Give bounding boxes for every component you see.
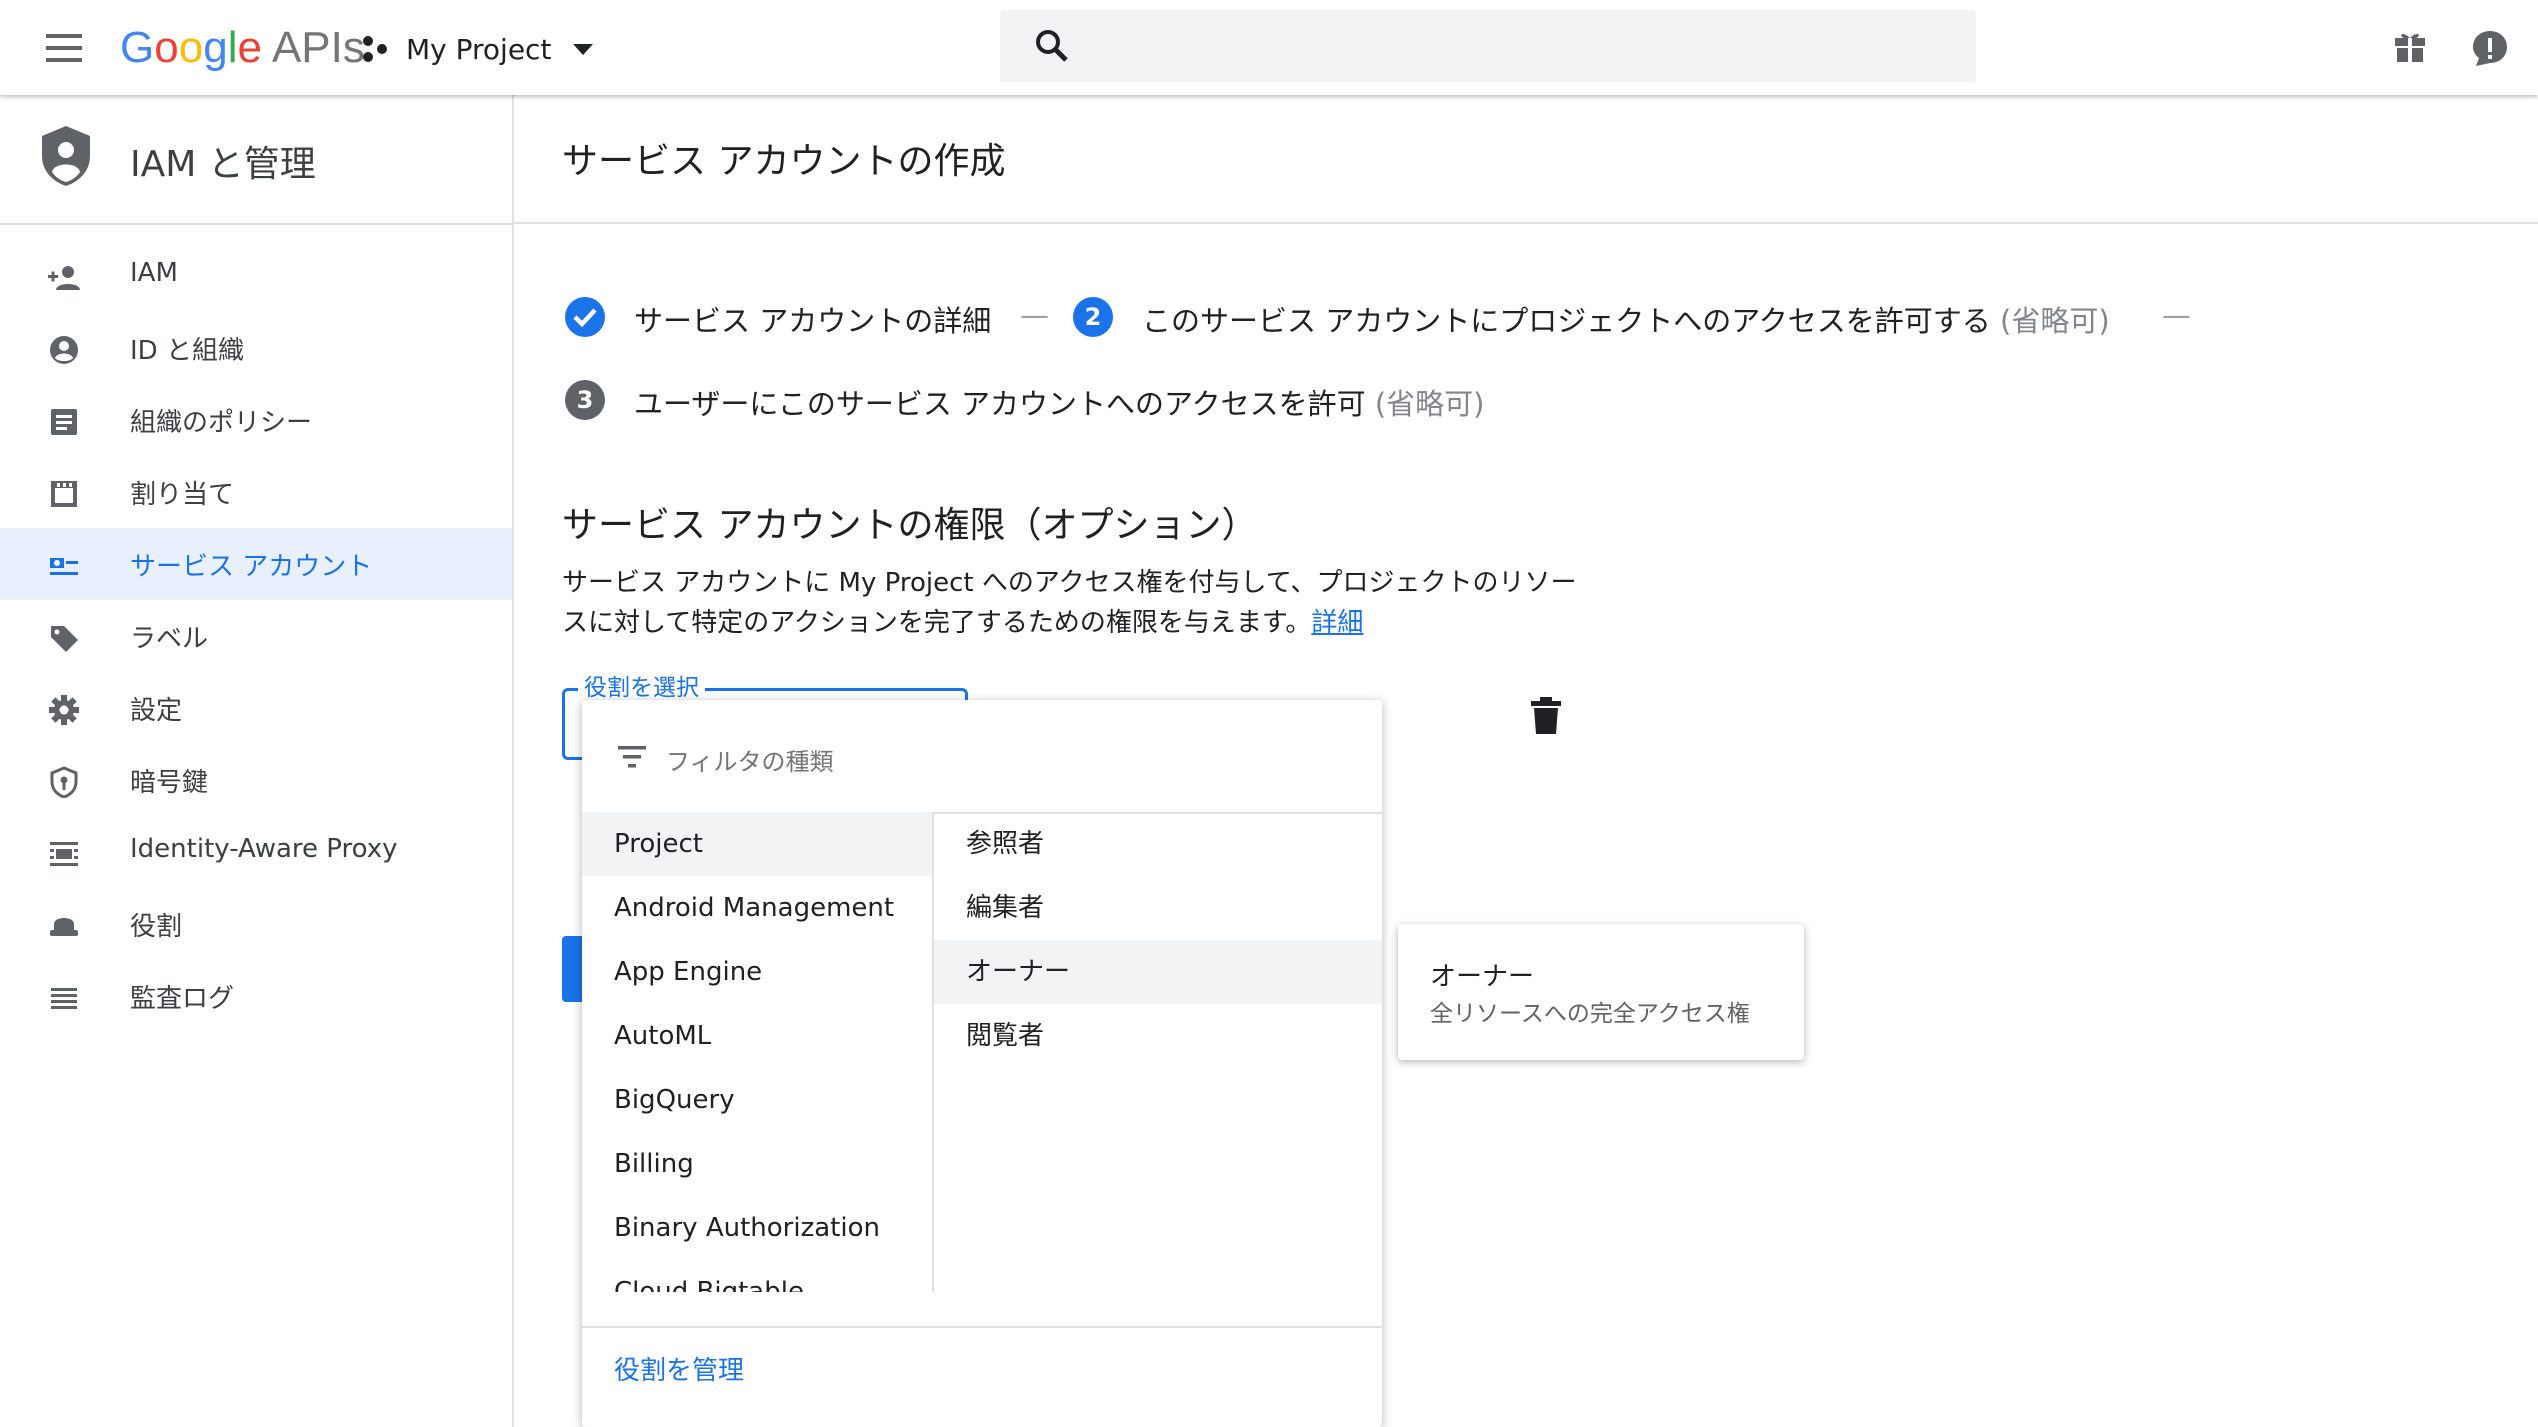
logo-letter: G (120, 23, 155, 72)
page-title: サービス アカウントの作成 (562, 141, 1006, 182)
step-2-label[interactable]: このサービス アカウントにプロジェクトへのアクセスを許可する (省略可) (1142, 298, 2110, 340)
account-circle-icon (50, 336, 78, 364)
role-item[interactable]: 参照者 (934, 812, 1382, 876)
label-icon (51, 626, 78, 652)
service-account-icon (50, 558, 78, 575)
filter-row[interactable]: フィルタの種類 (582, 700, 1382, 814)
step-separator: — (1020, 298, 1049, 332)
roles-icon (50, 918, 78, 936)
step-3-number: 3 (565, 380, 605, 420)
step-separator: — (2162, 298, 2191, 332)
proxy-icon (50, 842, 78, 866)
sidebar-item-audit-logs[interactable]: 監査ログ (0, 960, 512, 1032)
sidebar-item-quotas[interactable]: 割り当て (0, 456, 512, 528)
settings-icon (49, 695, 79, 725)
step-3-label-text: ユーザーにこのサービス アカウントへのアクセスを許可 (634, 387, 1366, 421)
sidebar-item-label: サービス アカウント (130, 552, 373, 582)
sidebar-item-identity[interactable]: ID と組織 (0, 312, 512, 384)
logo-letter: o (154, 23, 179, 72)
search-input[interactable] (1000, 10, 1976, 82)
step-2-optional: (省略可) (2000, 304, 2110, 338)
category-item[interactable]: Billing (582, 1132, 932, 1196)
role-select-label: 役割を選択 (578, 668, 705, 702)
logo-letter: l (227, 23, 238, 72)
sidebar-item-settings[interactable]: 設定 (0, 672, 512, 744)
step-completed-check-icon (565, 297, 605, 337)
role-dropdown-panel: フィルタの種類 Project Android Management App E… (582, 700, 1382, 1427)
filter-input-placeholder[interactable]: フィルタの種類 (666, 742, 834, 777)
logo-apis-text: APIs (271, 23, 365, 72)
iam-shield-icon (42, 126, 90, 186)
sidebar-item-label: IAM (130, 258, 178, 288)
category-item[interactable]: Binary Authorization (582, 1196, 932, 1260)
role-category-list: Project Android Management App Engine Au… (582, 812, 934, 1292)
role-item[interactable]: 閲覧者 (934, 1004, 1382, 1068)
category-item[interactable]: App Engine (582, 940, 932, 1004)
category-item[interactable]: BigQuery (582, 1068, 932, 1132)
policy-document-icon (51, 409, 77, 435)
audit-log-icon (51, 988, 77, 1009)
description-line-2: スに対して特定のアクションを完了するための権限を与えます。詳細 (562, 602, 1363, 639)
step-1-label[interactable]: サービス アカウントの詳細 (634, 298, 991, 340)
project-name: My Project (406, 32, 552, 66)
role-description-card: オーナー 全リソースへの完全アクセス権 (1398, 924, 1804, 1060)
category-item[interactable]: Android Management (582, 876, 932, 940)
sidebar-item-label: 監査ログ (130, 984, 235, 1014)
save-button-edge[interactable] (562, 936, 582, 1002)
sidebar-item-label: 暗号鍵 (130, 768, 209, 798)
step-3-label[interactable]: ユーザーにこのサービス アカウントへのアクセスを許可 (省略可) (634, 381, 1484, 423)
key-shield-icon (50, 766, 78, 798)
project-dots-icon (363, 36, 387, 62)
sidebar-item-label: Identity-Aware Proxy (130, 834, 398, 864)
role-card-title: オーナー (1430, 962, 1535, 992)
category-item[interactable]: Cloud Bigtable (582, 1260, 932, 1292)
quota-icon (51, 481, 77, 507)
delete-icon[interactable] (1528, 696, 1564, 736)
sidebar-item-labels[interactable]: ラベル (0, 600, 512, 672)
sidebar-item-label: ID と組織 (130, 336, 244, 366)
sidebar-item-label: 割り当て (130, 480, 235, 510)
logo-letter: e (237, 23, 262, 72)
divider (514, 222, 2538, 224)
sidebar-item-label: ラベル (130, 624, 209, 654)
sidebar-item-org-policies[interactable]: 組織のポリシー (0, 384, 512, 456)
logo-letter: g (203, 23, 228, 72)
sidebar-item-label: 設定 (130, 696, 183, 726)
section-title: サービス アカウントの権限（オプション） (562, 505, 1258, 546)
feedback-icon[interactable] (2470, 28, 2510, 68)
logo-letter: o (178, 23, 204, 72)
role-item[interactable]: 編集者 (934, 876, 1382, 940)
sidebar-item-service-accounts[interactable]: サービス アカウント (0, 528, 512, 600)
caret-down-icon (573, 44, 594, 55)
sidebar-item-crypto-keys[interactable]: 暗号鍵 (0, 744, 512, 816)
step-3-optional: (省略可) (1374, 387, 1485, 421)
category-item[interactable]: AutoML (582, 1004, 932, 1068)
role-list: 参照者 編集者 オーナー 閲覧者 (934, 812, 1382, 1292)
step-2-number: 2 (1073, 297, 1113, 337)
manage-roles-link[interactable]: 役割を管理 (614, 1350, 744, 1387)
learn-more-link[interactable]: 詳細 (1311, 608, 1363, 638)
category-item-project[interactable]: Project (582, 812, 932, 876)
filter-list-icon (618, 746, 646, 768)
role-item-owner[interactable]: オーナー (934, 940, 1382, 1004)
sidebar-item-iam[interactable]: IAM (0, 240, 512, 312)
role-card-description: 全リソースへの完全アクセス権 (1430, 1001, 1750, 1027)
step-2-label-text: このサービス アカウントにプロジェクトへのアクセスを許可する (1142, 304, 1991, 338)
sidebar-title: IAM と管理 (130, 144, 316, 185)
description-line-1: サービス アカウントに My Project へのアクセス権を付与して、プロジェ… (562, 568, 1577, 598)
person-add-icon (48, 266, 80, 290)
dropdown-footer-divider (582, 1326, 1382, 1328)
search-icon[interactable] (1034, 28, 1070, 64)
sidebar-item-label: 組織のポリシー (130, 408, 313, 438)
sidebar-item-label: 役割 (130, 912, 183, 942)
sidebar-item-identity-aware-proxy[interactable]: Identity-Aware Proxy (0, 816, 512, 888)
google-apis-logo[interactable]: Google APIs (120, 22, 365, 74)
gift-icon[interactable] (2392, 28, 2428, 64)
project-selector[interactable]: My Project (360, 24, 597, 74)
hamburger-menu-icon[interactable] (44, 28, 84, 68)
description-text: スに対して特定のアクションを完了するための権限を与えます。 (562, 608, 1312, 638)
sidebar-item-roles[interactable]: 役割 (0, 888, 512, 960)
